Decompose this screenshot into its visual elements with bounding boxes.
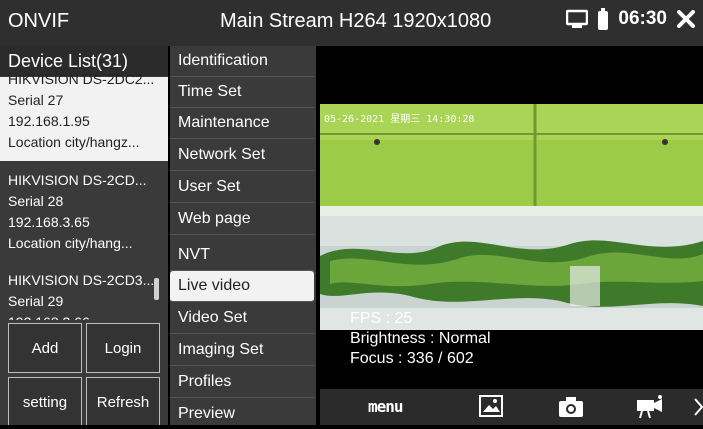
device-location: Location city/hangz... bbox=[8, 134, 140, 150]
video-toolbar: menu bbox=[320, 389, 703, 425]
chevron-right-icon[interactable] bbox=[694, 398, 703, 416]
device-list-item[interactable]: HIKVISION DS-2CD... Serial 28 192.168.3.… bbox=[0, 170, 168, 254]
menu-item-network-set[interactable]: Network Set bbox=[170, 140, 314, 171]
device-ip: 192.168.3.65 bbox=[8, 214, 90, 230]
fps-readout: FPS : 25 bbox=[350, 310, 413, 327]
record-icon[interactable] bbox=[636, 395, 664, 419]
device-serial: Serial 27 bbox=[8, 92, 64, 108]
add-button[interactable]: Add bbox=[8, 323, 82, 373]
device-name: HIKVISION DS-2CD3... bbox=[8, 272, 155, 288]
live-video-view[interactable]: 05-26-2021 星期三 14:30:28 FPS : 25 Brightn… bbox=[320, 46, 703, 389]
device-list-item[interactable]: HIKVISION DS-2DC2... Serial 27 192.168.1… bbox=[0, 71, 168, 161]
refresh-button[interactable]: Refresh bbox=[86, 377, 160, 425]
camera-icon[interactable] bbox=[558, 396, 584, 418]
brightness-readout: Brightness : Normal bbox=[350, 330, 491, 347]
device-serial: Serial 28 bbox=[8, 193, 64, 209]
menu-item-live-video[interactable]: Live video bbox=[170, 271, 314, 302]
menu-button[interactable]: menu bbox=[368, 397, 404, 416]
device-name: HIKVISION DS-2CD... bbox=[8, 172, 147, 188]
menu-item-web-page[interactable]: Web page bbox=[170, 204, 314, 235]
focus-readout: Focus : 336 / 602 bbox=[350, 350, 474, 367]
menu-item-time-set[interactable]: Time Set bbox=[170, 77, 314, 108]
setting-button[interactable]: setting bbox=[8, 377, 82, 425]
close-icon[interactable] bbox=[677, 10, 695, 28]
battery-icon bbox=[598, 8, 609, 30]
login-button[interactable]: Login bbox=[86, 323, 160, 373]
clock: 06:30 bbox=[618, 8, 667, 29]
device-ip: 192.168.1.95 bbox=[8, 113, 90, 129]
menu-item-preview[interactable]: Preview bbox=[170, 398, 314, 429]
status-bar: ONVIF Main Stream H264 1920x1080 06:30 bbox=[0, 0, 703, 46]
gallery-icon[interactable] bbox=[479, 395, 503, 417]
device-list-panel: Device List(31) HIKVISION DS-2DC2... Ser… bbox=[0, 46, 168, 425]
device-list-item[interactable]: HIKVISION DS-2CD3... Serial 29 192.168.3… bbox=[0, 270, 168, 320]
device-ip: 192.168.3.66 bbox=[8, 312, 168, 320]
menu-item-identification[interactable]: Identification bbox=[170, 46, 314, 77]
menu-item-maintenance[interactable]: Maintenance bbox=[170, 108, 314, 139]
video-timestamp: 05-26-2021 星期三 14:30:28 bbox=[324, 114, 475, 125]
stream-title: Main Stream H264 1920x1080 bbox=[220, 10, 492, 32]
menu-item-profiles[interactable]: Profiles bbox=[170, 367, 314, 398]
device-name: HIKVISION DS-2DC2... bbox=[8, 71, 155, 87]
device-location: Location city/hang... bbox=[8, 235, 133, 251]
device-serial: Serial 29 bbox=[8, 293, 64, 309]
menu-item-video-set[interactable]: Video Set bbox=[170, 303, 314, 334]
status-area: 06:30 bbox=[566, 8, 695, 30]
monitor-icon[interactable] bbox=[566, 9, 589, 29]
menu-item-user-set[interactable]: User Set bbox=[170, 172, 314, 203]
settings-menu: Identification Time Set Maintenance Netw… bbox=[170, 46, 316, 425]
app-title: ONVIF bbox=[8, 10, 70, 32]
menu-item-nvt[interactable]: NVT bbox=[170, 240, 314, 271]
scrollbar-thumb[interactable] bbox=[154, 278, 159, 300]
menu-item-imaging-set[interactable]: Imaging Set bbox=[170, 335, 314, 366]
